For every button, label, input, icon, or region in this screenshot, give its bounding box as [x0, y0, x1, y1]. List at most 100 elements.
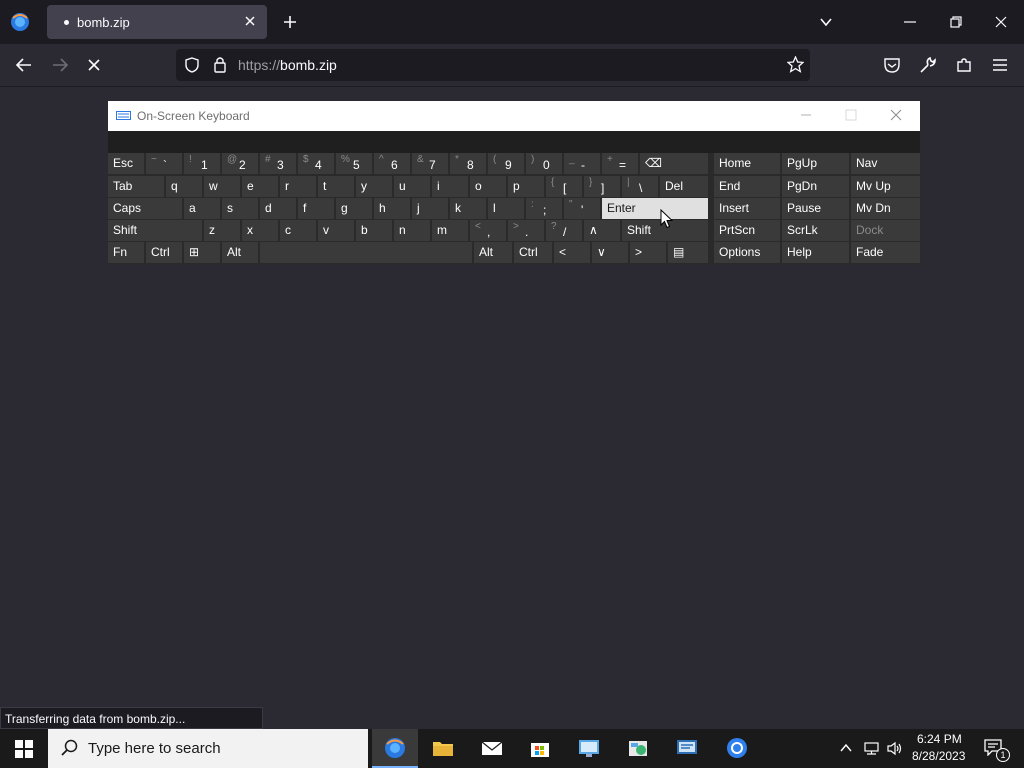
- osk-key-bottom-row[interactable]: >.: [508, 220, 544, 241]
- osk-key-home-row[interactable]: k: [450, 198, 486, 219]
- osk-nav-key[interactable]: PrtScn: [714, 220, 780, 241]
- osk-key-bottom-row[interactable]: Shift: [108, 220, 202, 241]
- forward-arrow-icon[interactable]: [51, 56, 69, 74]
- osk-key-bottom-row[interactable]: ? /: [546, 220, 582, 241]
- stop-loading-icon[interactable]: [85, 56, 103, 74]
- taskbar-store[interactable]: [517, 729, 563, 768]
- osk-key-number-row[interactable]: Esc: [108, 153, 144, 174]
- osk-key-top-row[interactable]: r: [280, 176, 316, 197]
- close-window-icon[interactable]: [993, 14, 1009, 30]
- taskbar-app-3[interactable]: [664, 729, 710, 768]
- pocket-icon[interactable]: [883, 56, 901, 74]
- osk-key-bottom-row[interactable]: x: [242, 220, 278, 241]
- osk-key-number-row[interactable]: ^ 6: [374, 153, 410, 174]
- back-arrow-icon[interactable]: [15, 56, 33, 74]
- osk-key-number-row[interactable]: + =: [602, 153, 638, 174]
- lock-icon[interactable]: [212, 56, 228, 73]
- taskbar-search-box[interactable]: Type here to search: [48, 729, 368, 768]
- osk-key-space-row[interactable]: [260, 242, 472, 263]
- osk-nav-key[interactable]: Nav: [851, 153, 920, 174]
- osk-key-space-row[interactable]: ⊞: [184, 242, 220, 263]
- osk-key-number-row[interactable]: & 7: [412, 153, 448, 174]
- url-text[interactable]: https://bomb.zip: [238, 57, 337, 73]
- osk-key-home-row[interactable]: l: [488, 198, 524, 219]
- osk-nav-key[interactable]: ScrLk: [782, 220, 849, 241]
- osk-key-home-row[interactable]: d: [260, 198, 296, 219]
- osk-key-top-row[interactable]: i: [432, 176, 468, 197]
- osk-key-number-row[interactable]: ) 0: [526, 153, 562, 174]
- taskbar-app-2[interactable]: [615, 729, 661, 768]
- firefox-logo-icon[interactable]: [10, 12, 30, 32]
- osk-key-top-row[interactable]: o: [470, 176, 506, 197]
- osk-key-number-row[interactable]: _ -: [564, 153, 600, 174]
- osk-key-home-row[interactable]: :;: [526, 198, 562, 219]
- osk-key-top-row[interactable]: }]: [584, 176, 620, 197]
- osk-key-number-row[interactable]: $4: [298, 153, 334, 174]
- taskbar-firefox[interactable]: [372, 729, 418, 768]
- osk-nav-key[interactable]: Dock: [851, 220, 920, 241]
- osk-key-space-row[interactable]: Alt: [222, 242, 258, 263]
- extensions-icon[interactable]: [955, 56, 973, 74]
- restore-icon[interactable]: [948, 14, 964, 30]
- osk-key-bottom-row[interactable]: b: [356, 220, 392, 241]
- taskbar-mail[interactable]: [469, 729, 515, 768]
- shield-icon[interactable]: [184, 57, 200, 73]
- osk-key-top-row[interactable]: q: [166, 176, 202, 197]
- osk-nav-key[interactable]: Insert: [714, 198, 780, 219]
- osk-key-number-row[interactable]: ~ `: [146, 153, 182, 174]
- osk-key-number-row[interactable]: % 5: [336, 153, 372, 174]
- osk-nav-key[interactable]: Mv Up: [851, 176, 920, 197]
- osk-key-top-row[interactable]: e: [242, 176, 278, 197]
- clock-time[interactable]: 6:24 PM: [917, 732, 962, 746]
- osk-key-number-row[interactable]: ! 1: [184, 153, 220, 174]
- osk-key-home-row[interactable]: Caps: [108, 198, 182, 219]
- osk-key-number-row[interactable]: * 8: [450, 153, 486, 174]
- osk-nav-key[interactable]: Pause: [782, 198, 849, 219]
- osk-key-bottom-row[interactable]: c: [280, 220, 316, 241]
- osk-key-top-row[interactable]: w: [204, 176, 240, 197]
- osk-key-space-row[interactable]: >: [630, 242, 666, 263]
- osk-nav-key[interactable]: PgDn: [782, 176, 849, 197]
- osk-key-number-row[interactable]: ⌫: [640, 153, 708, 174]
- osk-key-space-row[interactable]: Fn: [108, 242, 144, 263]
- taskbar-app-1[interactable]: [566, 729, 612, 768]
- url-bar[interactable]: https://bomb.zip: [176, 49, 810, 81]
- osk-key-bottom-row[interactable]: m: [432, 220, 468, 241]
- osk-key-bottom-row[interactable]: <,: [470, 220, 506, 241]
- osk-key-space-row[interactable]: Alt: [474, 242, 512, 263]
- volume-icon[interactable]: [886, 741, 903, 756]
- osk-key-bottom-row[interactable]: v: [318, 220, 354, 241]
- osk-nav-key[interactable]: Options: [714, 242, 780, 263]
- osk-nav-key[interactable]: PgUp: [782, 153, 849, 174]
- minimize-icon[interactable]: [902, 14, 918, 30]
- clock-date[interactable]: 8/28/2023: [912, 749, 965, 763]
- taskbar-app-4[interactable]: [714, 729, 760, 768]
- osk-key-home-row[interactable]: f: [298, 198, 334, 219]
- new-tab-icon[interactable]: [282, 14, 298, 30]
- osk-key-home-row[interactable]: s: [222, 198, 258, 219]
- chevron-up-icon[interactable]: [839, 742, 853, 754]
- osk-key-top-row[interactable]: {[: [546, 176, 582, 197]
- osk-key-number-row[interactable]: #3: [260, 153, 296, 174]
- osk-key-space-row[interactable]: ∨: [592, 242, 628, 263]
- osk-key-home-row[interactable]: h: [374, 198, 410, 219]
- osk-key-top-row[interactable]: u: [394, 176, 430, 197]
- osk-key-top-row[interactable]: p: [508, 176, 544, 197]
- osk-key-home-row[interactable]: " ': [564, 198, 600, 219]
- osk-key-top-row[interactable]: t: [318, 176, 354, 197]
- network-icon[interactable]: [863, 741, 880, 756]
- tab-bomb-zip[interactable]: bomb.zip: [47, 5, 267, 39]
- osk-key-top-row[interactable]: Del: [660, 176, 708, 197]
- osk-key-number-row[interactable]: (9: [488, 153, 524, 174]
- osk-key-top-row[interactable]: y: [356, 176, 392, 197]
- osk-key-home-row[interactable]: j: [412, 198, 448, 219]
- osk-key-bottom-row[interactable]: z: [204, 220, 240, 241]
- chevron-down-icon[interactable]: [818, 14, 834, 30]
- osk-key-home-row[interactable]: g: [336, 198, 372, 219]
- osk-key-bottom-row[interactable]: ∧: [584, 220, 620, 241]
- osk-key-bottom-row[interactable]: n: [394, 220, 430, 241]
- osk-nav-key[interactable]: Fade: [851, 242, 920, 263]
- osk-nav-key[interactable]: Mv Dn: [851, 198, 920, 219]
- bookmark-star-icon[interactable]: [787, 56, 804, 73]
- osk-key-space-row[interactable]: ▤: [668, 242, 708, 263]
